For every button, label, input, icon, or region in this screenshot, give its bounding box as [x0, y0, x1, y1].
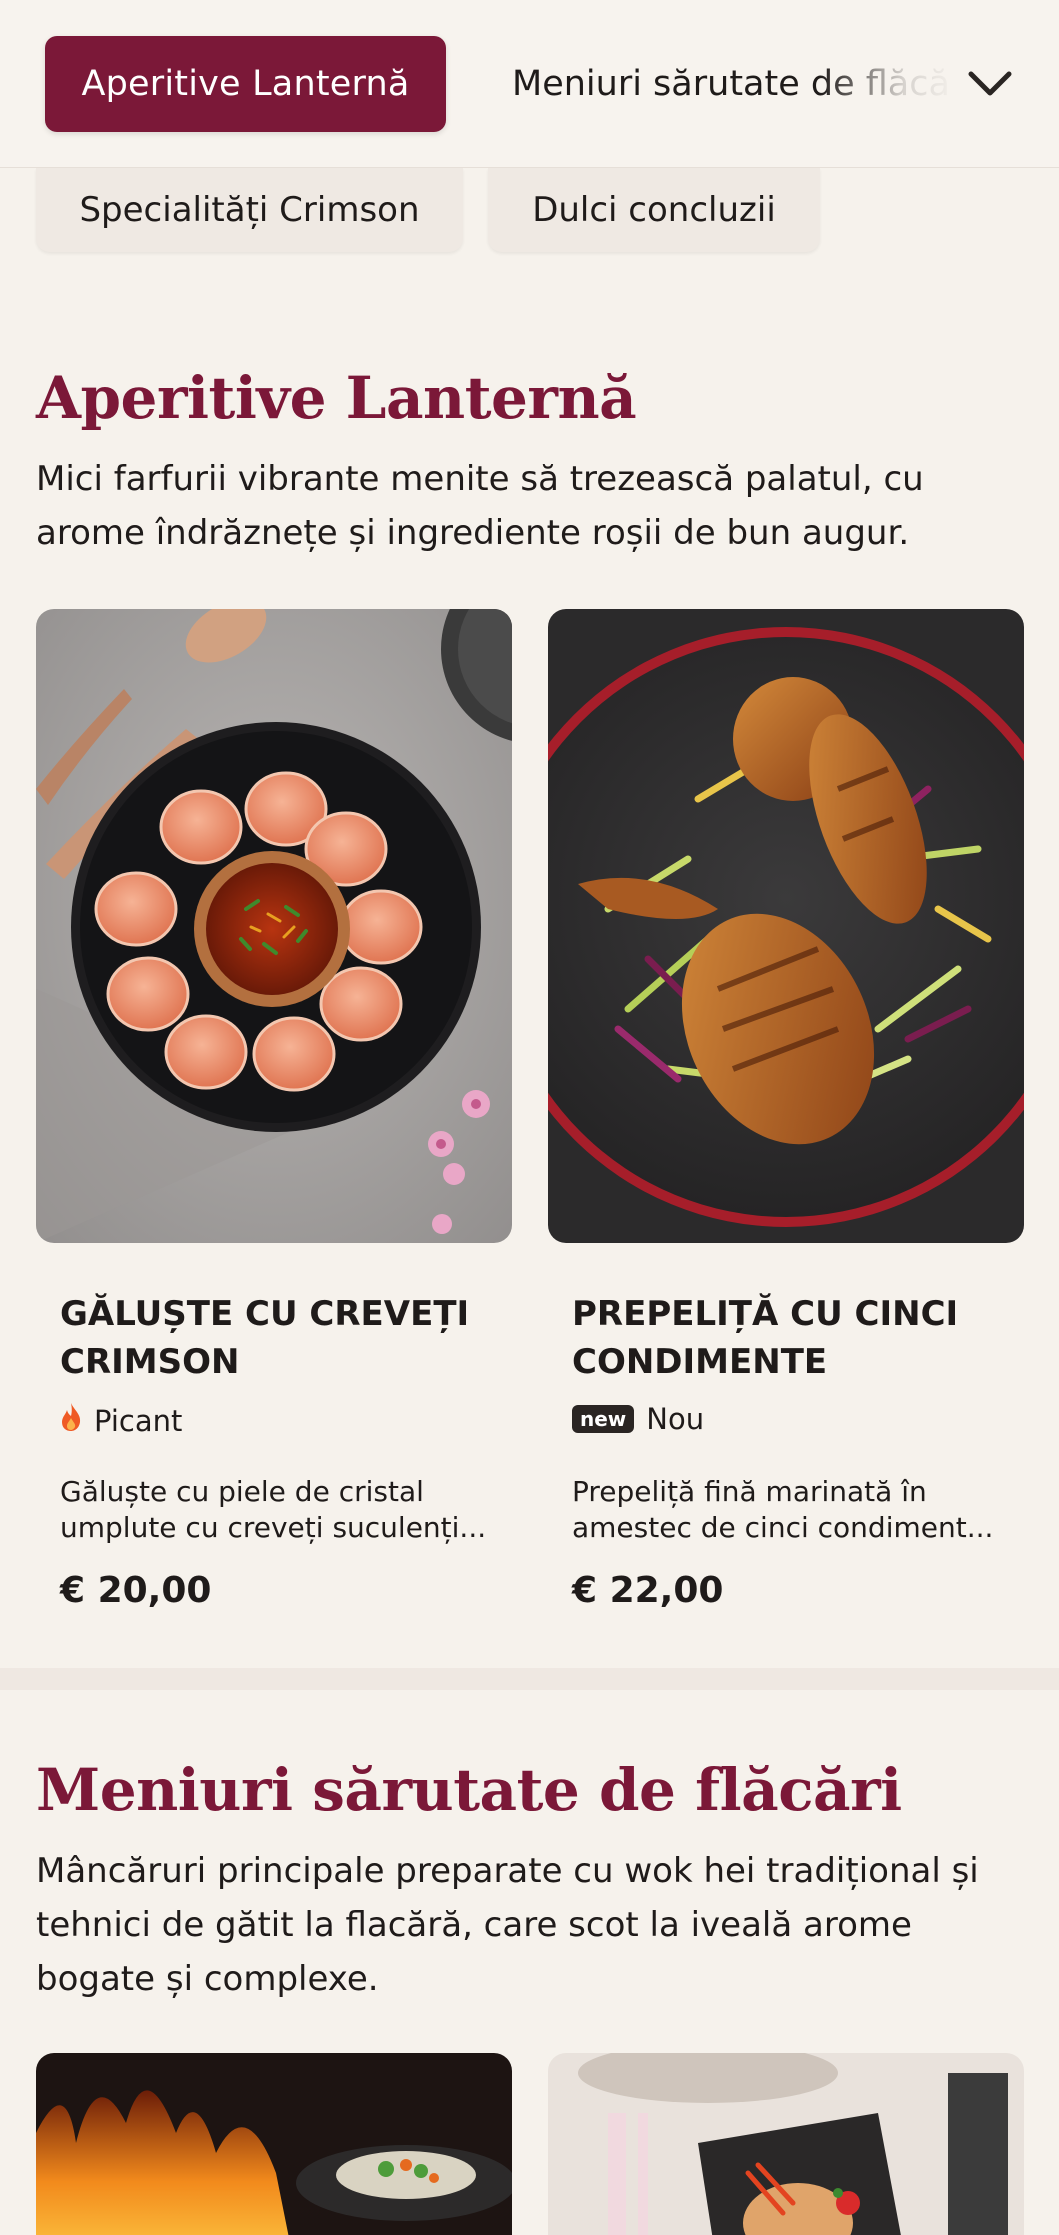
tag-label: Picant [94, 1403, 183, 1438]
section-title: Meniuri sărutate de flăcări [36, 1756, 902, 1824]
new-badge: new [572, 1405, 635, 1433]
section-description: Mici farfurii vibrante menite să trezeas… [36, 459, 924, 553]
dish-image-quail[interactable] [548, 609, 1024, 1243]
tab-dulci-concluzii[interactable]: Dulci concluzii [488, 168, 820, 252]
section-title: Aperitive Lanternă [36, 364, 637, 432]
dish-tag: new Nou [572, 1402, 704, 1436]
tab-aperitive-lanterna[interactable]: Aperitive Lanternă [45, 36, 446, 132]
scroll-fade [820, 36, 960, 132]
dish-image-plated[interactable] [548, 2053, 1024, 2235]
dish-description: Găluște cu piele de cristal umplute cu c… [60, 1475, 487, 1544]
section-divider [0, 1668, 1059, 1690]
dish-image-dumplings[interactable] [36, 609, 512, 1243]
dish-image-flame[interactable] [36, 2053, 512, 2235]
dish-tag: Picant [60, 1402, 182, 1439]
category-nav: Aperitive Lanternă Meniuri sărutate de f… [0, 0, 1059, 168]
tab-specialitati-crimson[interactable]: Specialități Crimson [36, 168, 463, 252]
dish-name[interactable]: Găluște cu creveți Crimson [60, 1290, 500, 1386]
flame-icon [60, 1402, 82, 1439]
chevron-down-icon[interactable] [964, 58, 1016, 110]
dish-price: € 20,00 [60, 1570, 212, 1611]
section-description: Mâncăruri principale preparate cu wok he… [36, 1851, 979, 1999]
dish-price: € 22,00 [572, 1570, 724, 1611]
dish-name[interactable]: Prepeliță cu cinci condimente [572, 1290, 1012, 1386]
dish-description: Prepeliță fină marinată în amestec de ci… [572, 1475, 994, 1544]
tag-label: Nou [646, 1402, 705, 1436]
